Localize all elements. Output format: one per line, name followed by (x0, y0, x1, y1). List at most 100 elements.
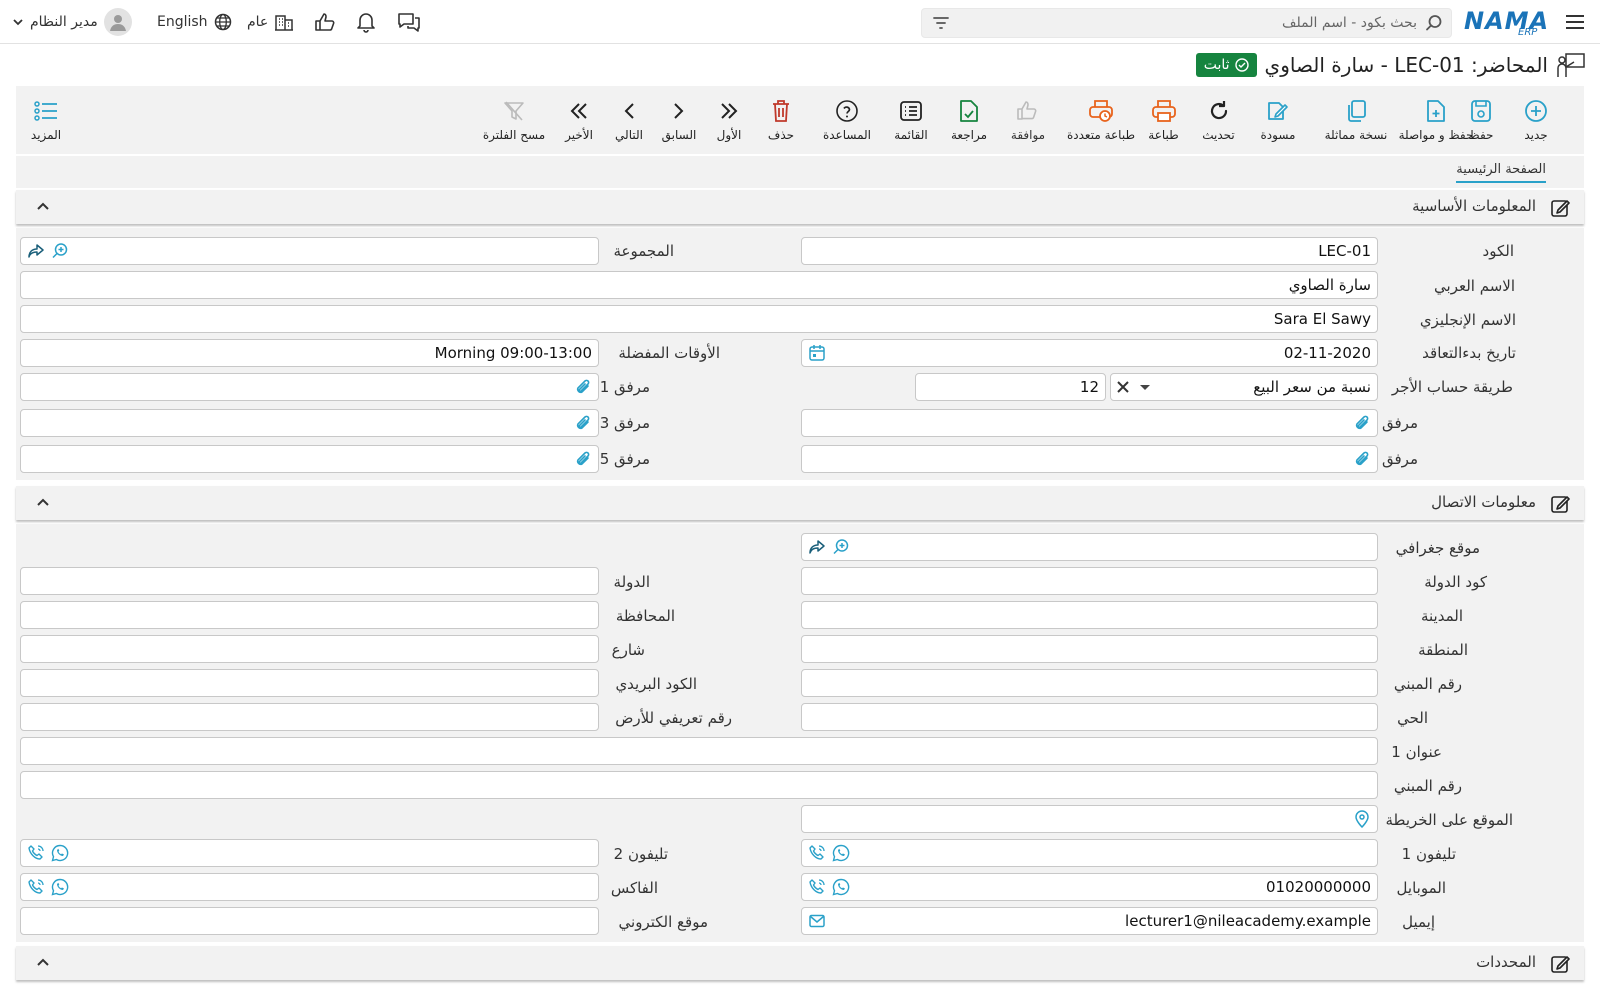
attachment-2-field[interactable] (801, 409, 1378, 437)
phone-call-icon[interactable] (27, 844, 45, 862)
map-pin-icon[interactable] (1353, 810, 1371, 828)
duplicate-button[interactable]: نسخة مماثلة (1316, 86, 1396, 154)
chevron-down-icon (13, 19, 23, 26)
phone-call-icon[interactable] (27, 878, 45, 896)
paperclip-icon[interactable] (1353, 414, 1371, 432)
action-toolbar: جديد حفظ حفظ و مواصلة نسخة مماثلة مسودة … (16, 86, 1584, 154)
new-button[interactable]: جديد (1506, 86, 1566, 154)
chevron-right-icon (674, 103, 684, 119)
clear-x-icon[interactable] (1117, 381, 1129, 393)
city-field[interactable] (801, 601, 1378, 629)
wage-method-select[interactable]: نسبة من سعر البيع (1110, 373, 1378, 401)
help-icon (836, 100, 858, 122)
chevron-up-icon[interactable] (36, 200, 50, 212)
group-field[interactable] (20, 237, 599, 265)
search-plus-icon[interactable] (51, 242, 69, 260)
country-code-label: كود الدولة (1424, 573, 1487, 591)
building-number-field[interactable] (801, 669, 1378, 697)
search-plus-icon[interactable] (832, 538, 850, 556)
search-icon[interactable] (1425, 14, 1443, 32)
map-location-field[interactable] (801, 805, 1378, 833)
refresh-button[interactable]: تحديث (1191, 86, 1246, 154)
first-record-button[interactable]: الأول (706, 86, 752, 154)
dropdown-arrow-icon[interactable] (1139, 381, 1151, 393)
multi-print-button[interactable]: طباعة متعددة (1056, 86, 1146, 154)
notifications-bell-icon[interactable] (356, 0, 376, 44)
geo-location-field[interactable] (801, 533, 1378, 561)
clear-filter-button[interactable]: مسح الفلترة (474, 86, 554, 154)
address-1-field[interactable] (20, 737, 1378, 765)
phone-call-icon[interactable] (808, 844, 826, 862)
attachment-3-field[interactable] (20, 409, 599, 437)
list-button[interactable]: القائمة (883, 86, 939, 154)
governorate-field[interactable] (20, 601, 599, 629)
basic-info-section-header[interactable]: المعلومات الأساسية (16, 190, 1584, 224)
global-search[interactable] (921, 8, 1452, 38)
delete-button[interactable]: حذف (756, 86, 806, 154)
attachment-1-field[interactable] (20, 373, 599, 401)
mobile-field[interactable]: 01020000000 (801, 873, 1378, 901)
help-button[interactable]: المساعدة (814, 86, 880, 154)
review-button[interactable]: مراجعة (941, 86, 997, 154)
chevron-up-icon[interactable] (36, 956, 50, 968)
paperclip-icon[interactable] (574, 450, 592, 468)
tab-main-page[interactable]: الصفحة الرئيسية (1456, 162, 1546, 183)
share-arrow-icon[interactable] (27, 242, 45, 260)
branch-switch[interactable]: عام (247, 0, 294, 44)
hamburger-menu-icon[interactable] (1564, 0, 1586, 44)
building-number-2-field[interactable] (20, 771, 1378, 799)
section-title: معلومات الاتصال (1431, 493, 1536, 511)
share-arrow-icon[interactable] (808, 538, 826, 556)
approve-button[interactable]: موافقة (998, 86, 1058, 154)
phone-1-field[interactable] (801, 839, 1378, 867)
whatsapp-icon[interactable] (51, 878, 69, 896)
attachment-5-field[interactable] (20, 445, 599, 473)
fax-field[interactable] (20, 873, 599, 901)
paperclip-icon[interactable] (1353, 450, 1371, 468)
last-record-button[interactable]: الأخير (554, 86, 604, 154)
messages-icon[interactable] (397, 0, 421, 44)
paperclip-icon[interactable] (574, 414, 592, 432)
whatsapp-icon[interactable] (51, 844, 69, 862)
contract-start-date-field[interactable]: 02-11-2020 (801, 339, 1378, 367)
arabic-name-field[interactable]: سارة الصاوي (20, 271, 1378, 299)
district-field[interactable] (801, 703, 1378, 731)
area-field[interactable] (801, 635, 1378, 663)
search-input[interactable] (962, 9, 1417, 37)
country-field[interactable] (20, 567, 599, 595)
preferred-times-label: الأوقات المفضلة (618, 344, 720, 362)
language-switch[interactable]: English (157, 0, 232, 44)
duplicate-label: نسخة مماثلة (1324, 128, 1388, 142)
filter-icon[interactable] (932, 15, 950, 31)
draft-button[interactable]: مسودة (1248, 86, 1308, 154)
email-field[interactable]: lecturer1@nileacademy.example (801, 907, 1378, 935)
next-record-button[interactable]: التالي (604, 86, 654, 154)
preferred-times-field[interactable]: Morning 09:00-13:00 (20, 339, 599, 367)
postal-code-field[interactable] (20, 669, 599, 697)
english-name-field[interactable]: Sara El Sawy (20, 305, 1378, 333)
area-label: المنطقة (1418, 641, 1468, 659)
dimensions-section-header[interactable]: المحددات (16, 946, 1584, 980)
paperclip-icon[interactable] (574, 378, 592, 396)
calendar-icon[interactable] (808, 344, 826, 362)
website-field[interactable] (20, 907, 599, 935)
wage-value-field[interactable]: 12 (915, 373, 1106, 401)
street-field[interactable] (20, 635, 599, 663)
user-menu[interactable]: مدير النظام (12, 0, 132, 44)
mail-icon[interactable] (808, 912, 826, 930)
chevron-up-icon[interactable] (36, 496, 50, 508)
contact-info-section-header[interactable]: معلومات الاتصال (16, 486, 1584, 520)
previous-record-button[interactable]: السابق (654, 86, 704, 154)
code-field[interactable]: LEC-01 (801, 237, 1378, 265)
phone-2-field[interactable] (20, 839, 599, 867)
land-id-field[interactable] (20, 703, 599, 731)
whatsapp-icon[interactable] (832, 844, 850, 862)
country-code-field[interactable] (801, 567, 1378, 595)
save-and-continue-button[interactable]: حفظ و مواصلة (1396, 86, 1476, 154)
whatsapp-icon[interactable] (832, 878, 850, 896)
attachment-4-field[interactable] (801, 445, 1378, 473)
phone-call-icon[interactable] (808, 878, 826, 896)
governorate-label: المحافظة (615, 607, 675, 625)
more-button[interactable]: المزيد (22, 86, 70, 154)
approvals-icon[interactable] (314, 0, 336, 44)
